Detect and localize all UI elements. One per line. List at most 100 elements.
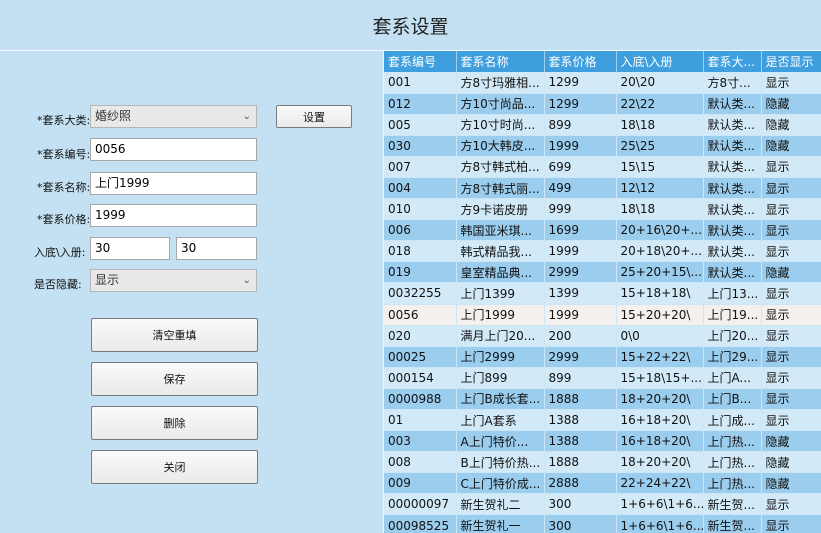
table-row[interactable]: 008 B上门特价热... 1888 18+20+20\ 上门热... 隐藏 — [384, 451, 821, 474]
cell-code: 012 — [384, 93, 457, 115]
cell-name: 上门A套系 — [456, 409, 545, 432]
cell-price: 699 — [544, 156, 617, 178]
table-row[interactable]: 006 韩国亚米琪... 1699 20+16\20+... 默认类... 显示 — [384, 219, 821, 242]
column-header-code[interactable]: 套系编号 — [384, 51, 457, 72]
price-label: *套系价格: — [37, 213, 91, 226]
cell-category: 上门A... — [703, 367, 762, 389]
cell-code: 005 — [384, 114, 457, 136]
cell-code: 0000988 — [384, 388, 457, 411]
name-input[interactable]: 上门1999 — [90, 172, 257, 195]
cell-entry: 22\22 — [616, 93, 704, 115]
cell-entry: 15+18\15+... — [616, 367, 704, 389]
cell-visible: 隐藏 — [761, 472, 821, 495]
cell-code: 0056 — [384, 304, 457, 326]
cell-category: 上门B... — [703, 388, 762, 411]
cell-entry: 12\12 — [616, 177, 704, 200]
cell-name: 方9卡诺皮册 — [456, 198, 545, 221]
hidden-label: 是否隐藏: — [34, 278, 82, 291]
delete-button[interactable]: 删除 — [91, 406, 258, 440]
cell-code: 01 — [384, 409, 457, 432]
cell-category: 默认类... — [703, 156, 762, 178]
cell-name: 上门B成长套... — [456, 388, 545, 411]
column-header-visible[interactable]: 是否显示 — [761, 51, 821, 72]
table-row[interactable]: 019 皇室精品典... 2999 25+20+15\... 默认类... 隐藏 — [384, 261, 821, 284]
cell-name: B上门特价热... — [456, 451, 545, 474]
table-row[interactable]: 0032255 上门1399 1399 15+18+18\ 上门13... 显示 — [384, 282, 821, 305]
table-row[interactable]: 003 A上门特价... 1388 16+18+20\ 上门热... 隐藏 — [384, 430, 821, 453]
cell-visible: 显示 — [761, 282, 821, 305]
cell-visible: 显示 — [761, 325, 821, 347]
code-input[interactable]: 0056 — [90, 138, 257, 161]
set-button[interactable]: 设置 — [276, 105, 352, 128]
cell-entry: 25\25 — [616, 135, 704, 157]
cell-category: 默认类... — [703, 114, 762, 136]
cell-visible: 显示 — [761, 409, 821, 432]
cell-code: 00098525 — [384, 514, 457, 533]
table-row[interactable]: 005 方10寸时尚... 899 18\18 默认类... 隐藏 — [384, 114, 821, 136]
cell-price: 1888 — [544, 451, 617, 474]
entry-base-input[interactable]: 30 — [90, 237, 170, 260]
cell-visible: 显示 — [761, 493, 821, 516]
hidden-value: 显示 — [95, 273, 120, 287]
table-row[interactable]: 0000988 上门B成长套... 1888 18+20+20\ 上门B... 显示 — [384, 388, 821, 411]
cell-price: 1999 — [544, 240, 617, 263]
cell-category: 默认类... — [703, 261, 762, 284]
cell-entry: 18+20+20\ — [616, 451, 704, 474]
table-row[interactable]: 010 方9卡诺皮册 999 18\18 默认类... 显示 — [384, 198, 821, 221]
cell-price: 2888 — [544, 472, 617, 495]
category-select[interactable]: 婚纱照 ⌄ — [90, 105, 257, 128]
cell-name: 上门1999 — [456, 304, 545, 326]
cell-price: 1388 — [544, 430, 617, 453]
hidden-select[interactable]: 显示 ⌄ — [90, 269, 257, 292]
table-row[interactable]: 001 方8寸玛雅相... 1299 20\20 方8寸... 显示 — [384, 72, 821, 94]
table-row[interactable]: 00025 上门2999 2999 15+22+22\ 上门29... 显示 — [384, 346, 821, 368]
table-row[interactable]: 009 C上门特价成... 2888 22+24+22\ 上门热... 隐藏 — [384, 472, 821, 495]
table-row[interactable]: 000154 上门899 899 15+18\15+... 上门A... 显示 — [384, 367, 821, 389]
cell-visible: 隐藏 — [761, 430, 821, 453]
column-header-entry[interactable]: 入底\入册 — [616, 51, 704, 72]
cell-visible: 显示 — [761, 240, 821, 263]
table-row[interactable]: 018 韩式精品我... 1999 20+18\20+... 默认类... 显示 — [384, 240, 821, 263]
cell-code: 0032255 — [384, 282, 457, 305]
cell-code: 008 — [384, 451, 457, 474]
cell-name: 方8寸玛雅相... — [456, 72, 545, 94]
sets-table[interactable]: 套系编号 套系名称 套系价格 入底\入册 套系大... 是否显示 001 方8寸玛… — [383, 51, 821, 533]
price-input[interactable]: 1999 — [90, 204, 257, 227]
cell-visible: 显示 — [761, 198, 821, 221]
cell-visible: 显示 — [761, 367, 821, 389]
cell-category: 上门20... — [703, 325, 762, 347]
cell-name: C上门特价成... — [456, 472, 545, 495]
table-row[interactable]: 00000097 新生贺礼二 300 1+6+6\1+6... 新生贺... 显示 — [384, 493, 821, 516]
cell-code: 019 — [384, 261, 457, 284]
close-button[interactable]: 关闭 — [91, 450, 258, 484]
cell-price: 2999 — [544, 261, 617, 284]
column-header-name[interactable]: 套系名称 — [456, 51, 545, 72]
cell-price: 1399 — [544, 282, 617, 305]
cell-category: 上门成... — [703, 409, 762, 432]
table-row[interactable]: 00098525 新生贺礼一 300 1+6+6\1+6... 新生贺... 显示 — [384, 514, 821, 533]
column-header-category[interactable]: 套系大... — [703, 51, 762, 72]
window-title: 套系设置 — [372, 15, 449, 38]
cell-visible: 显示 — [761, 177, 821, 200]
cell-category: 默认类... — [703, 93, 762, 115]
table-row[interactable]: 030 方10大韩皮... 1999 25\25 默认类... 隐藏 — [384, 135, 821, 157]
table-row[interactable]: 01 上门A套系 1388 16+18+20\ 上门成... 显示 — [384, 409, 821, 432]
column-header-price[interactable]: 套系价格 — [544, 51, 617, 72]
table-row[interactable]: 012 方10寸尚品... 1299 22\22 默认类... 隐藏 — [384, 93, 821, 115]
cell-price: 1888 — [544, 388, 617, 411]
table-row[interactable]: 0056 上门1999 1999 15+20+20\ 上门19... 显示 — [384, 304, 821, 326]
save-button[interactable]: 保存 — [91, 362, 258, 396]
cell-entry: 15+20+20\ — [616, 304, 704, 326]
table-row[interactable]: 004 方8寸韩式丽... 499 12\12 默认类... 显示 — [384, 177, 821, 200]
entry-album-input[interactable]: 30 — [176, 237, 257, 260]
cell-category: 上门热... — [703, 472, 762, 495]
cell-category: 上门热... — [703, 451, 762, 474]
cell-entry: 15+22+22\ — [616, 346, 704, 368]
cell-visible: 显示 — [761, 304, 821, 326]
cell-visible: 显示 — [761, 219, 821, 242]
table-body: 001 方8寸玛雅相... 1299 20\20 方8寸... 显示 012 方10寸尚品..… — [384, 72, 821, 533]
table-row[interactable]: 020 满月上门20... 200 0\0 上门20... 显示 — [384, 325, 821, 347]
clear-button[interactable]: 清空重填 — [91, 318, 258, 352]
cell-price: 2999 — [544, 346, 617, 368]
table-row[interactable]: 007 方8寸韩式柏... 699 15\15 默认类... 显示 — [384, 156, 821, 178]
